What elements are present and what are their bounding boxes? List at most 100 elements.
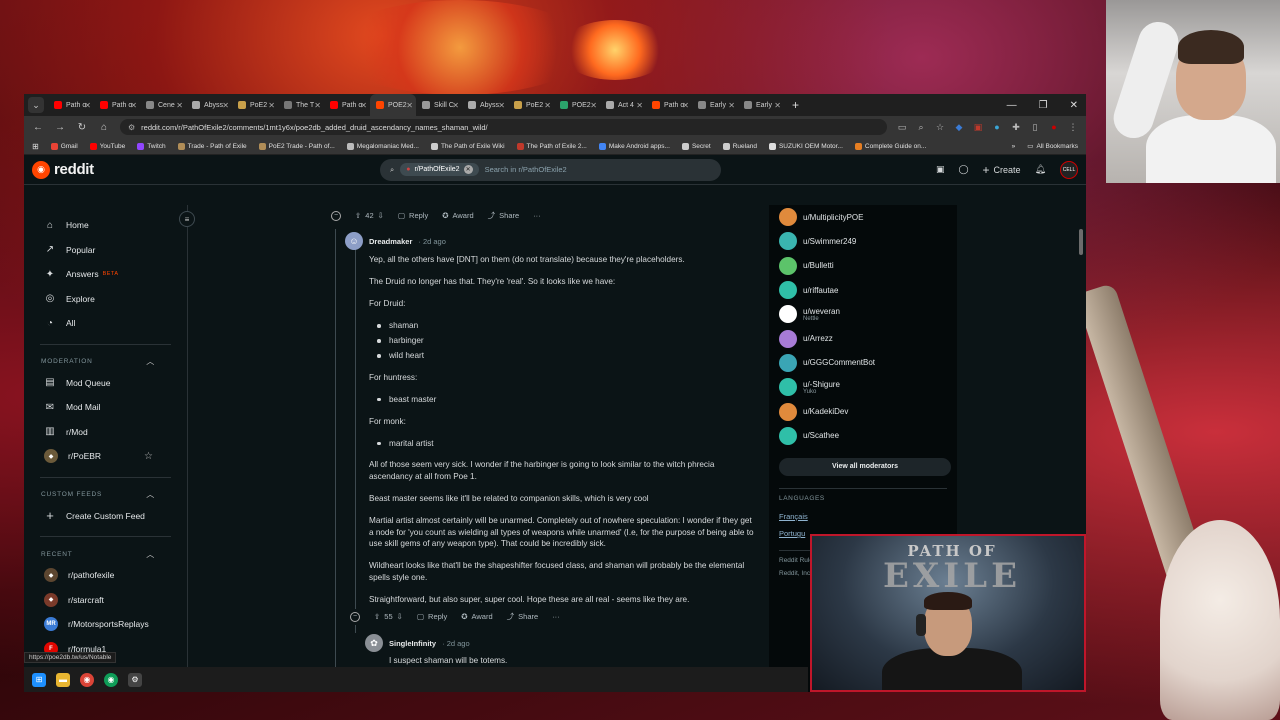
new-tab-button[interactable]: + [784,98,807,112]
extension-icon[interactable]: ▣ [973,122,983,132]
comment-author[interactable]: SingleInfinity [389,639,436,648]
browser-tab[interactable]: Act 4 ✕ [600,94,646,116]
browser-tab[interactable]: The T ✕ [278,94,324,116]
moderator-item[interactable]: u/Bulletti [779,254,947,278]
tab-close-icon[interactable]: ✕ [360,101,367,110]
tab-close-icon[interactable]: ✕ [314,101,321,110]
search-input[interactable]: ⌕ ● r/PathOfExile2 ✕ Search in r/PathOfE… [380,158,721,181]
user-avatar[interactable]: CELL [1060,160,1078,179]
favorite-star-icon[interactable]: ☆ [144,451,153,462]
bookmark-item[interactable]: YouTube [89,142,125,150]
share-button[interactable]: ⤴ Share [488,210,520,221]
reddit-logo[interactable]: ◉ reddit [32,160,94,179]
back-icon[interactable]: ← [32,122,44,133]
reload-icon[interactable]: ↻ [76,122,88,133]
tab-search-icon[interactable]: ⌄ [28,97,44,113]
bookmark-star-icon[interactable]: ☆ [935,122,945,132]
browser-tab[interactable]: Path o ✕ [94,94,140,116]
sidebar-item-recent[interactable]: MR r/MotorsportsReplays [24,612,187,637]
menu-dots-icon[interactable]: ⋮ [1068,122,1078,132]
collapse-thread-icon[interactable]: − [350,611,360,622]
url-field[interactable]: ⚙ reddit.com/r/PathOfExile2/comments/1mt… [120,119,887,135]
moderation-section-header[interactable]: MODERATION ︿ [24,353,187,371]
browser-tab[interactable]: Abyss ✕ [186,94,232,116]
moderator-item[interactable]: u/riffautae [779,278,947,302]
reply-button[interactable]: ▢ Reply [417,612,447,621]
advertise-icon[interactable]: ▣ [936,164,945,175]
tab-close-icon[interactable]: ✕ [222,101,229,110]
browser-tab[interactable]: Path o ✕ [324,94,370,116]
tab-close-icon[interactable]: ✕ [268,101,275,110]
bookmark-item[interactable]: SUZUKI OEM Motor... [768,142,843,150]
bookmark-item[interactable]: Secret [681,142,711,150]
maximize-icon[interactable]: ❐ [1039,100,1048,111]
tab-close-icon[interactable]: ✕ [682,101,689,110]
sidebar-item-popular[interactable]: ↗ Popular [24,238,187,263]
scrollbar-thumb[interactable] [1079,229,1083,255]
share-button[interactable]: ⤴ Share [507,611,539,622]
collapse-thread-icon[interactable]: − [331,210,341,221]
chip-clear-icon[interactable]: ✕ [463,165,473,174]
browser-tab[interactable]: POE2 ✕ [370,94,416,116]
profile-icon[interactable]: ● [1049,122,1059,132]
close-window-icon[interactable]: ✕ [1070,100,1078,111]
moderator-item[interactable]: u/GGGCommentBot [779,351,947,375]
tab-close-icon[interactable]: ✕ [590,101,597,110]
custom-feeds-section-header[interactable]: CUSTOM FEEDS ︿ [24,486,187,504]
browser-tab[interactable]: Path o ✕ [48,94,94,116]
sidebar-item-recent[interactable]: ◆ r/starcraft [24,588,187,613]
notifications-bell-icon[interactable]: 🔔︎ [1035,164,1046,175]
moderator-item[interactable]: u/Arrezz [779,326,947,350]
bookmark-item[interactable]: Rueland [722,142,757,150]
language-link[interactable]: Français [779,512,947,521]
sidebar-toggle-icon[interactable]: ▯ [1030,122,1040,132]
bookmark-item[interactable]: Twitch [137,142,166,150]
sidebar-item-mod-mail[interactable]: ✉ Mod Mail [24,395,187,420]
tab-close-icon[interactable]: ✕ [84,101,91,110]
bookmark-item[interactable]: Make Android apps... [598,142,670,150]
bookmark-item[interactable]: Trade - Path of Exile [177,142,247,150]
moderator-item[interactable]: u/-Shigure Yuko [779,375,947,399]
all-bookmarks-folder[interactable]: ▭ All Bookmarks [1027,142,1078,151]
tab-close-icon[interactable]: ✕ [406,101,413,110]
moderator-item[interactable]: u/MultiplicityPOE [779,205,947,229]
sidebar-item-r-mod[interactable]: ▥ r/Mod [24,420,187,445]
browser-tab[interactable]: Early ✕ [738,94,784,116]
extensions-puzzle-icon[interactable]: ✚ [1011,122,1021,132]
create-custom-feed-button[interactable]: + Create Custom Feed [24,504,187,529]
browser-tab[interactable]: Early ✕ [692,94,738,116]
bookmark-item[interactable]: The Path of Exile Wiki [430,142,505,150]
more-options-icon[interactable]: ··· [533,211,541,220]
bookmark-item[interactable]: Megalomaniac Med... [346,142,419,150]
bookmark-item[interactable]: PoE2 Trade - Path of... [258,142,335,150]
browser-tab[interactable]: Path o ✕ [646,94,692,116]
bookmarks-overflow-icon[interactable]: » [1012,143,1016,150]
bookmark-item[interactable]: Gmail [50,142,78,150]
user-avatar[interactable]: ✿ [365,634,383,652]
file-explorer-icon[interactable]: ▬ [56,672,70,687]
browser-tab[interactable]: PoE2 ✕ [232,94,278,116]
tab-close-icon[interactable]: ✕ [452,101,459,110]
app-icon[interactable]: ⚙ [128,672,142,687]
tab-close-icon[interactable]: ✕ [498,101,505,110]
user-avatar[interactable]: ☺ [345,232,363,250]
reply-button[interactable]: ▢ Reply [398,211,428,220]
view-all-moderators-button[interactable]: View all moderators [779,457,951,476]
site-info-icon[interactable]: ⚙ [128,123,135,132]
moderator-item[interactable]: u/Scathee [779,424,947,448]
create-button[interactable]: + Create [983,163,1021,177]
upvote-icon[interactable]: ⇧ [355,211,361,220]
sidebar-item-explore[interactable]: ◎ Explore [24,287,187,312]
browser-tab[interactable]: Cene ✕ [140,94,186,116]
tab-close-icon[interactable]: ✕ [774,101,781,110]
forward-icon[interactable]: → [54,122,66,133]
moderator-item[interactable]: u/KadekiDev [779,399,947,423]
bookmark-item[interactable]: The Path of Exile 2... [516,142,587,150]
browser-tab[interactable]: Abyss ✕ [462,94,508,116]
sidebar-item-all[interactable]: ◔ All [24,311,187,336]
apps-grid-icon[interactable]: ⊞ [32,142,39,151]
award-button[interactable]: ✪ Award [442,211,473,220]
tab-close-icon[interactable]: ✕ [176,101,183,110]
install-app-icon[interactable]: ▭ [897,122,907,132]
extension-icon[interactable]: ◆ [954,122,964,132]
